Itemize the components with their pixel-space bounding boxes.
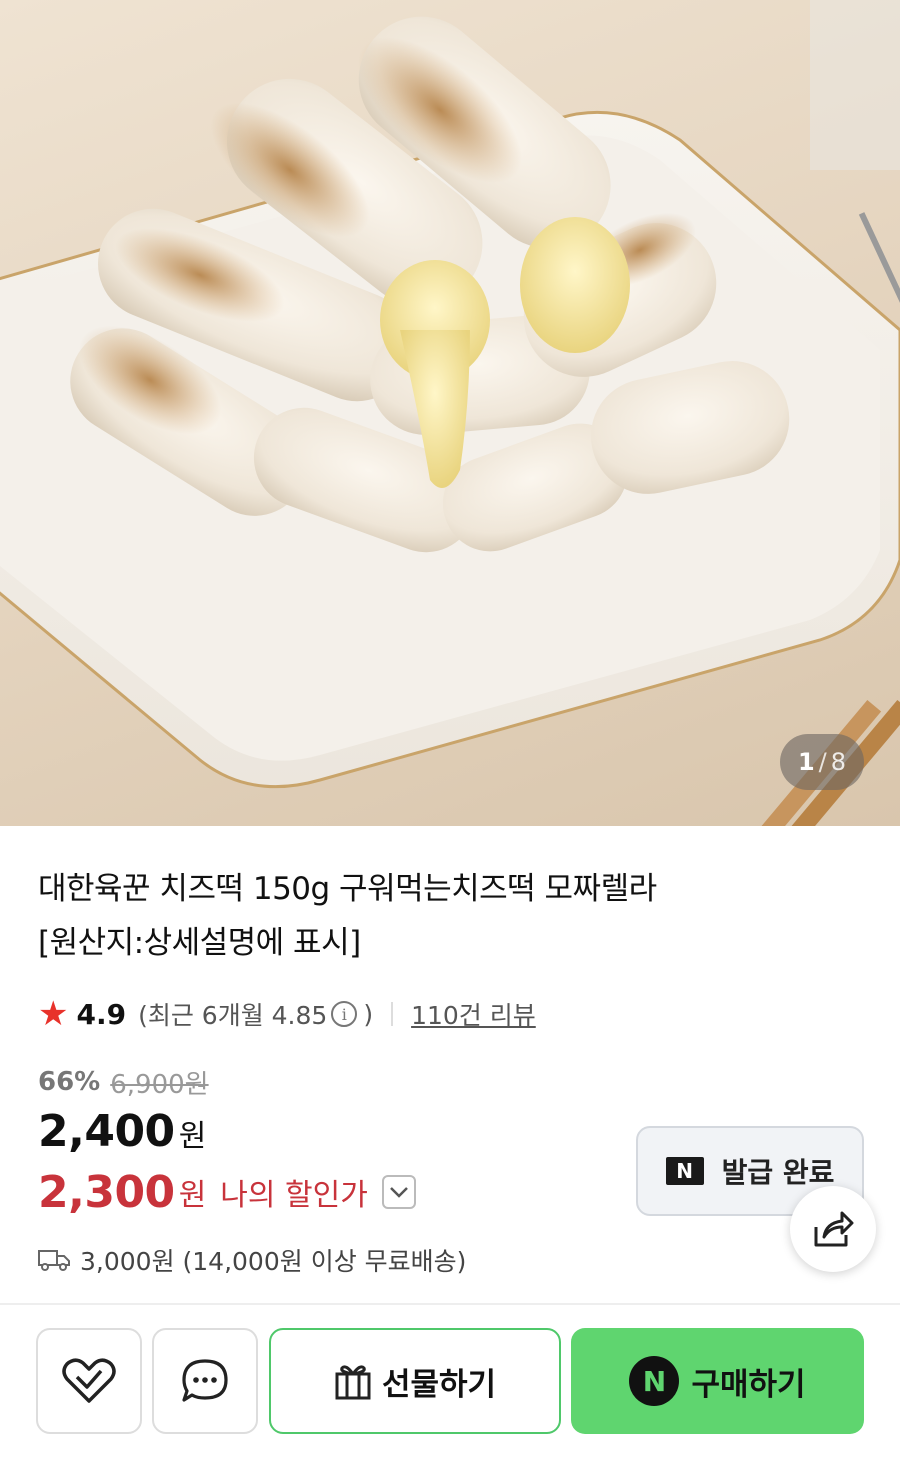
chevron-down-icon[interactable] [381, 1175, 416, 1209]
original-price: 6,900원 [110, 1069, 209, 1100]
coupon-label: 발급 완료 [721, 1156, 835, 1189]
my-price-amount: 2,300 [38, 1166, 175, 1218]
recent-rating-close: ) [363, 999, 374, 1029]
rating-score: 4.9 [76, 997, 127, 1031]
buy-button[interactable]: N 구매하기 [571, 1328, 864, 1434]
heart-check-icon [62, 1358, 116, 1403]
naver-pay-icon: N [629, 1356, 680, 1406]
product-title-line2: [원산지:상세설명에 표시] [38, 925, 361, 961]
sale-price-unit: 원 [178, 1119, 207, 1154]
gift-label: 선물하기 [381, 1366, 497, 1403]
gift-button[interactable]: 선물하기 [269, 1328, 561, 1434]
product-title: 대한육꾼 치즈떡 150g 구워먹는치즈떡 모짜렐라 [원산지:상세설명에 표시… [38, 862, 838, 970]
shipping-info: 3,000원 (14,000원 이상 무료배송) [38, 1238, 466, 1282]
discount-row: 66% 6,900원 [38, 1062, 209, 1102]
share-button[interactable] [790, 1186, 876, 1272]
divider [0, 1303, 900, 1305]
my-price-unit: 원 [178, 1178, 207, 1213]
sale-price-amount: 2,400 [38, 1106, 175, 1157]
reviews-link[interactable]: 110건 리뷰 [411, 996, 536, 1032]
recent-rating-label: (최근 6개월 4.85 [138, 1001, 328, 1030]
rating-row: ★ 4.9 (최근 6개월 4.85 i ) 110건 리뷰 [38, 992, 536, 1036]
gallery-current: 1 [797, 748, 815, 776]
chat-bubble-icon [182, 1359, 228, 1402]
rating-divider [391, 1002, 394, 1026]
gift-icon [335, 1365, 371, 1400]
product-image-gallery[interactable]: 1 / 8 [0, 0, 900, 826]
my-price-label: 나의 할인가 [220, 1178, 368, 1213]
star-icon: ★ [38, 994, 69, 1034]
my-discount-price[interactable]: 2,300 원 나의 할인가 [38, 1164, 416, 1220]
truck-icon [38, 1250, 70, 1271]
talk-button[interactable] [152, 1328, 258, 1434]
shipping-text: 3,000원 (14,000원 이상 무료배송) [80, 1247, 467, 1276]
discount-rate: 66% [38, 1067, 101, 1097]
buy-label: 구매하기 [691, 1366, 806, 1403]
product-title-line1: 대한육꾼 치즈떡 150g 구워먹는치즈떡 모짜렐라 [38, 871, 657, 907]
naver-n-icon: N [665, 1157, 704, 1185]
wishlist-button[interactable] [36, 1328, 142, 1434]
gallery-total: 8 [830, 748, 847, 776]
gallery-counter: 1 / 8 [780, 734, 864, 790]
gallery-separator: / [818, 748, 827, 776]
sale-price: 2,400 원 [38, 1106, 206, 1160]
info-icon[interactable]: i [331, 1001, 358, 1027]
share-icon [814, 1211, 854, 1247]
product-photo [0, 0, 900, 826]
